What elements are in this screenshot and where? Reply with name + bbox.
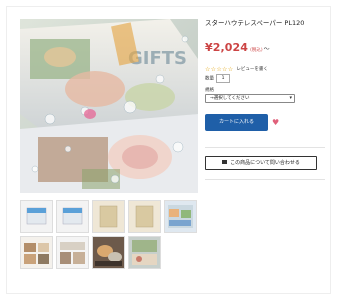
- review-row: ☆☆☆☆☆ レビューを書く: [205, 56, 268, 73]
- contact-button-label: この商品について問い合わせる: [230, 160, 300, 166]
- dropdown-caret-icon: ▾: [289, 95, 292, 101]
- mail-icon: [222, 160, 228, 164]
- thumbnail-image[interactable]: [164, 200, 197, 233]
- quantity-input[interactable]: 1: [216, 74, 230, 83]
- thumbnail-image[interactable]: [56, 236, 89, 269]
- main-product-image[interactable]: GIFTS: [20, 19, 198, 193]
- tax-label: (税込): [250, 48, 263, 53]
- price-row: ¥2,024 (税込)〜: [205, 36, 270, 54]
- spec-label: 規格: [205, 88, 214, 93]
- price-range-tilde: 〜: [263, 46, 270, 53]
- thumbnail-image[interactable]: [128, 236, 161, 269]
- main-photo-illustration: GIFTS: [20, 19, 198, 193]
- thumbnail-image[interactable]: [20, 200, 53, 233]
- quantity-row: 数量 1: [205, 68, 230, 83]
- thumbnail-image[interactable]: [92, 200, 125, 233]
- quantity-label: 数量: [205, 76, 214, 82]
- divider: [205, 179, 325, 180]
- thumbnail-image[interactable]: [128, 200, 161, 233]
- contact-about-product-button[interactable]: この商品について問い合わせる: [205, 156, 317, 170]
- divider: [205, 147, 325, 148]
- heart-icon[interactable]: ♥: [272, 118, 279, 127]
- thumbnail-image[interactable]: [92, 236, 125, 269]
- spec-select[interactable]: →選択してください ▾: [205, 94, 295, 103]
- thumbnail-image[interactable]: [20, 236, 53, 269]
- price-value: ¥2,024: [205, 41, 249, 54]
- product-title: スターハウテレスペーパー PL120: [205, 19, 305, 27]
- add-to-cart-button[interactable]: カートに入れる: [205, 114, 268, 131]
- write-review-link[interactable]: レビューを書く: [236, 67, 268, 72]
- thumbnail-image[interactable]: [56, 200, 89, 233]
- spec-select-value: →選択してください: [210, 96, 250, 101]
- product-page: GIFTS スターハウテレスペーパー PL120 ¥2,024 (税込)〜 ☆☆…: [6, 6, 331, 294]
